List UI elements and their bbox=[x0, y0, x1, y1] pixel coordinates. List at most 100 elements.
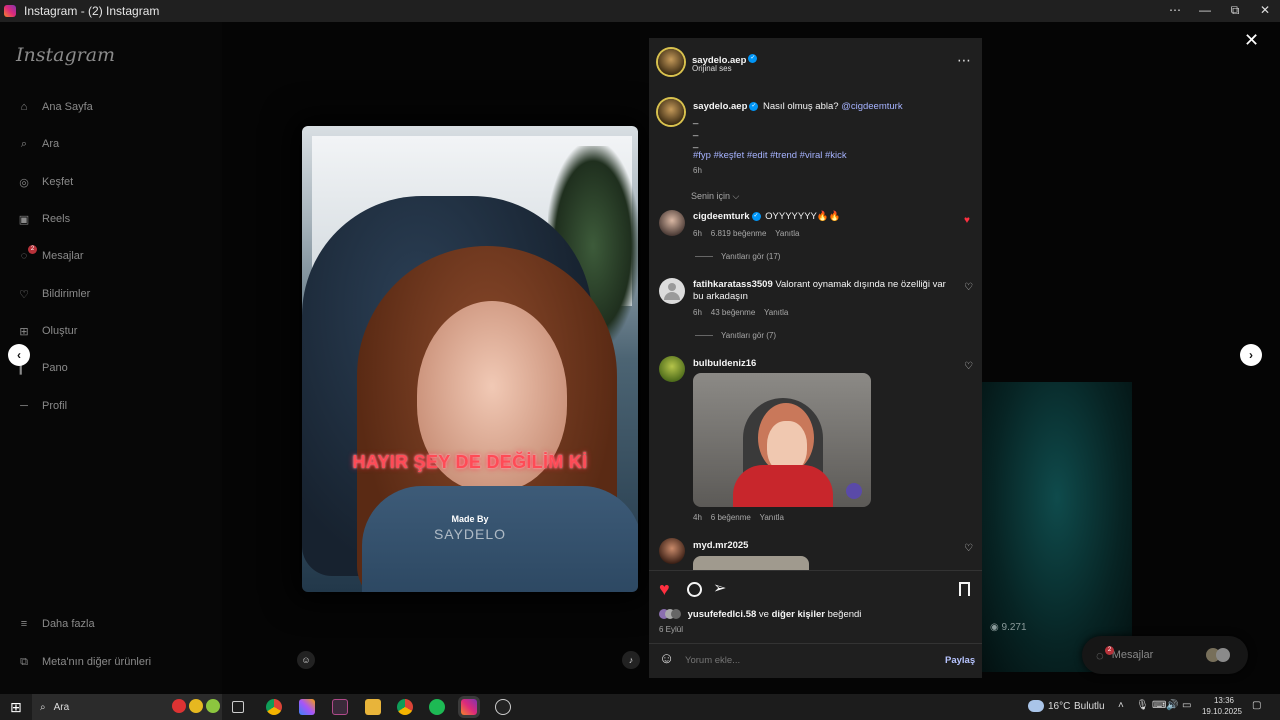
comment-body: bulbuldeniz16 bbox=[693, 358, 756, 369]
sidebar-item-notifications[interactable]: ♡ Bildirimler bbox=[16, 282, 90, 306]
sidebar-item-explore[interactable]: ◎ Keşfet bbox=[16, 170, 73, 194]
share-icon[interactable]: ➢ bbox=[713, 578, 726, 598]
notification-center-icon[interactable]: ▢ bbox=[1252, 700, 1261, 711]
emoji-icon[interactable]: ☺ bbox=[659, 650, 674, 667]
sidebar-item-messages[interactable]: ◌ 2 Mesajlar bbox=[16, 244, 84, 268]
avatar bbox=[1216, 648, 1230, 662]
caption-hashtags[interactable]: #fyp #keşfet #edit #trend #viral #kick bbox=[693, 150, 847, 161]
instagram-taskbar-icon[interactable] bbox=[461, 699, 477, 715]
previous-post-button[interactable]: ‹ bbox=[8, 344, 30, 366]
weather-temp[interactable]: 16°C bbox=[1048, 701, 1070, 712]
window-close-button[interactable]: ✕ bbox=[1250, 0, 1280, 22]
comment-username[interactable]: cigdeemturk bbox=[693, 211, 750, 222]
taskbar-search[interactable]: ⌕ Ara bbox=[32, 694, 222, 720]
avatar[interactable] bbox=[658, 49, 684, 75]
comment-reply-button[interactable]: Yanıtla bbox=[764, 308, 788, 317]
window-maximize-button[interactable]: ⧉ bbox=[1220, 0, 1250, 22]
comment-reply-button[interactable]: Yanıtla bbox=[760, 513, 784, 522]
comment-meta: 6h 6.819 beğenme Yanıtla bbox=[693, 229, 799, 238]
post-comments-panel: saydelo.aep ✓ Orijinal ses ⋯ saydelo.aep ✓… bbox=[649, 38, 982, 678]
windows-start-icon[interactable]: ⊞ bbox=[10, 699, 22, 716]
video-madeby: Made By bbox=[451, 514, 489, 524]
reel-video[interactable]: HAYIR ŞEY DE DEĞİLİM Kİ Made By SAYDELO bbox=[302, 126, 638, 592]
liked-by-user[interactable]: yusufefedlci.58 bbox=[688, 609, 757, 620]
view-replies-button[interactable]: Yanıtları gör (17) bbox=[695, 252, 780, 261]
comment-likes[interactable]: 43 beğenme bbox=[711, 308, 755, 317]
caption-line: _ bbox=[693, 114, 699, 125]
messenger-glyph: ◌ bbox=[20, 250, 28, 262]
sidebar-item-create[interactable]: ⊞ Oluştur bbox=[16, 319, 77, 343]
microphone-icon[interactable]: 🎙 bbox=[1136, 700, 1149, 711]
comment-like-icon[interactable]: ♡ bbox=[964, 283, 974, 293]
sound-icon[interactable]: ♪ bbox=[622, 651, 640, 669]
window-minimize-button[interactable]: — bbox=[1190, 0, 1220, 22]
comment-image[interactable] bbox=[693, 556, 809, 570]
messages-pill[interactable]: ◌ 2 Mesajlar bbox=[1082, 636, 1248, 674]
keyboard-icon[interactable]: ▭ bbox=[1182, 700, 1191, 711]
caption-mention[interactable]: @cigdeemturk bbox=[841, 101, 902, 112]
chrome-icon[interactable] bbox=[397, 699, 413, 715]
notification-badge: 2 bbox=[1105, 645, 1114, 655]
views-count: ◉ 9.271 bbox=[990, 622, 1027, 633]
comment-icon[interactable] bbox=[687, 582, 702, 597]
comment-likes[interactable]: 6 beğenme bbox=[711, 513, 751, 522]
clock-time[interactable]: 13:36 bbox=[1206, 696, 1242, 705]
sidebar-more-button[interactable]: ≡ Daha fazla bbox=[16, 612, 95, 636]
sidebar-item-reels[interactable]: ▣ Reels bbox=[16, 207, 70, 231]
instagram-page: Instagram ⌂ Ana Sayfa ⌕ Ara ◎ Keşfet ▣ R… bbox=[0, 22, 1280, 694]
weather-text[interactable]: Bulutlu bbox=[1074, 701, 1105, 712]
comment-reply-button[interactable]: Yanıtla bbox=[775, 229, 799, 238]
task-view-icon[interactable] bbox=[232, 701, 244, 713]
sidebar-meta-products[interactable]: ⧉ Meta'nın diğer ürünleri bbox=[16, 650, 151, 674]
view-replies-button[interactable]: Yanıtları gör (7) bbox=[695, 331, 776, 340]
clock-date[interactable]: 19.10.2025 bbox=[1200, 707, 1244, 716]
meta-apps-icon: ⧉ bbox=[20, 655, 28, 668]
comment-likes[interactable]: 6.819 beğenme bbox=[711, 229, 767, 238]
next-post-button[interactable]: › bbox=[1240, 344, 1262, 366]
avatar[interactable] bbox=[658, 99, 684, 125]
caption-username[interactable]: saydelo.aep bbox=[693, 101, 747, 112]
comment-image[interactable] bbox=[693, 373, 871, 507]
messages-pill-label: Mesajlar bbox=[1111, 649, 1154, 661]
profile-icon: ─ bbox=[20, 400, 28, 412]
file-explorer-icon[interactable] bbox=[365, 699, 381, 715]
copilot-icon[interactable] bbox=[299, 699, 315, 715]
network-icon[interactable]: ⌨ bbox=[1152, 700, 1166, 711]
sidebar-item-label: Oluştur bbox=[42, 325, 78, 337]
app-icon[interactable] bbox=[332, 699, 348, 715]
chrome-icon[interactable] bbox=[266, 699, 282, 715]
avatar[interactable] bbox=[659, 538, 685, 564]
app-icon[interactable] bbox=[495, 699, 511, 715]
post-comment-button[interactable]: Paylaş bbox=[945, 655, 975, 666]
instagram-logo[interactable]: Instagram bbox=[16, 44, 115, 66]
comment-input[interactable] bbox=[685, 652, 915, 668]
comment-like-icon[interactable]: ♥ bbox=[964, 216, 974, 226]
sidebar-more-label: Daha fazla bbox=[42, 618, 95, 630]
avatar[interactable] bbox=[659, 356, 685, 382]
close-icon[interactable]: ✕ bbox=[1244, 30, 1259, 51]
save-icon[interactable] bbox=[959, 582, 970, 596]
chevron-up-icon[interactable]: ˄ bbox=[1118, 700, 1124, 711]
video-caption: HAYIR ŞEY DE DEĞİLİM Kİ bbox=[352, 452, 588, 472]
sidebar-item-home[interactable]: ⌂ Ana Sayfa bbox=[16, 95, 93, 119]
avatar[interactable] bbox=[659, 278, 685, 304]
sidebar-item-profile[interactable]: ─ Profil bbox=[16, 394, 67, 418]
comment-username[interactable]: myd.mr2025 bbox=[693, 540, 748, 551]
post-audio[interactable]: Orijinal ses bbox=[692, 64, 732, 73]
avatar[interactable] bbox=[659, 210, 685, 236]
sidebar-item-label: Mesajlar bbox=[42, 250, 84, 262]
more-options-icon[interactable]: ⋯ bbox=[957, 52, 971, 69]
comment-username[interactable]: bulbuldeniz16 bbox=[693, 358, 756, 369]
fruit-icon bbox=[172, 699, 186, 713]
liked-by-others[interactable]: diğer kişiler bbox=[772, 609, 825, 620]
window-more-button[interactable]: ⋯ bbox=[1160, 0, 1190, 22]
comment-like-icon[interactable]: ♡ bbox=[964, 544, 974, 554]
comment-like-icon[interactable]: ♡ bbox=[964, 362, 974, 372]
sidebar-item-search[interactable]: ⌕ Ara bbox=[16, 132, 59, 156]
tagged-user-icon[interactable]: ☺ bbox=[297, 651, 315, 669]
volume-icon[interactable]: 🔊 bbox=[1166, 700, 1178, 711]
comment-sort-dropdown[interactable]: Senin için ⌵ bbox=[691, 191, 739, 202]
comment-username[interactable]: fatihkaratass3509 bbox=[693, 279, 773, 290]
spotify-icon[interactable] bbox=[429, 699, 445, 715]
like-icon[interactable]: ♥ bbox=[659, 579, 670, 600]
